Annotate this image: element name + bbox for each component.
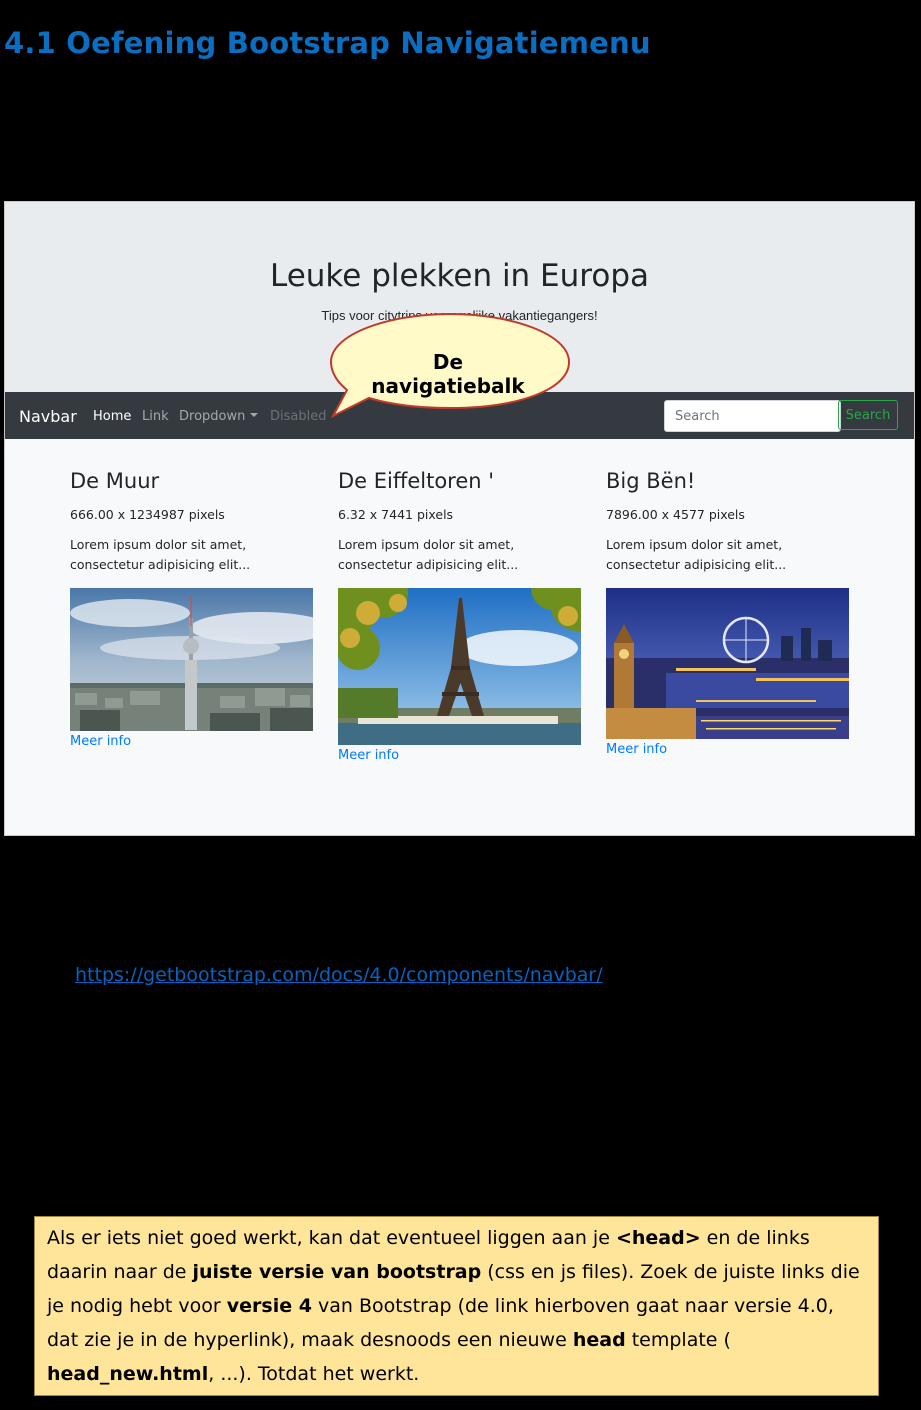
tip-bold-head-template: head	[572, 1329, 626, 1351]
tip-bold-head: <head>	[615, 1227, 701, 1249]
nav-link-home[interactable]: Home	[93, 409, 131, 424]
tip-bold-filename: head_new.html	[47, 1363, 209, 1385]
card-title: De Eiffeltoren '	[338, 469, 495, 493]
navbar-callout: De navigatiebalk	[327, 310, 573, 420]
navbar-brand[interactable]: Navbar	[19, 407, 77, 426]
page-heading: 4.1 Oefening Bootstrap Navigatiemenu	[4, 26, 651, 60]
tip-bold-version: juiste versie van bootstrap	[192, 1261, 482, 1283]
card-dimensions: 666.00 x 1234987 pixels	[70, 507, 225, 522]
card-dimensions: 7896.00 x 4577 pixels	[606, 507, 745, 522]
berlin-tv-tower-image	[70, 588, 313, 731]
search-button[interactable]: Search	[838, 400, 898, 430]
card-text: Lorem ipsum dolor sit amet, consectetur …	[338, 537, 519, 572]
website-screenshot: Leuke plekken in Europa Tips voor citytr…	[4, 201, 915, 836]
card-de-muur: De Muur 666.00 x 1234987 pixels Lorem ip…	[70, 469, 313, 749]
meer-info-link[interactable]: Meer info	[338, 748, 581, 763]
jumbotron-title: Leuke plekken in Europa	[269, 258, 649, 294]
tip-box: Als er iets niet goed werkt, kan dat eve…	[34, 1216, 879, 1396]
callout-text: De navigatiebalk	[371, 350, 525, 398]
card-big-ben: Big Bën! 7896.00 x 4577 pixels Lorem ips…	[606, 469, 849, 757]
nav-link-link[interactable]: Link	[142, 409, 169, 424]
nav-link-disabled: Disabled	[270, 409, 327, 424]
card-text: Lorem ipsum dolor sit amet, consectetur …	[606, 537, 787, 572]
london-big-ben-image	[606, 588, 849, 739]
caret-down-icon	[250, 413, 259, 417]
meer-info-link[interactable]: Meer info	[70, 734, 313, 749]
card-title: Big Bën!	[606, 469, 696, 493]
card-eiffeltoren: De Eiffeltoren ' 6.32 x 7441 pixels Lore…	[338, 469, 581, 763]
nav-dropdown[interactable]: Dropdown	[179, 409, 259, 424]
search-input[interactable]	[664, 400, 841, 432]
card-title: De Muur	[70, 469, 160, 493]
card-text: Lorem ipsum dolor sit amet, consectetur …	[70, 537, 251, 572]
eiffel-tower-image	[338, 588, 581, 745]
tip-text-6: , ...). Totdat het werkt.	[208, 1363, 420, 1385]
bootstrap-navbar-link[interactable]: https://getbootstrap.com/docs/4.0/compon…	[75, 964, 603, 986]
tip-text-1: Als er iets niet goed werkt, kan dat eve…	[47, 1227, 616, 1249]
card-dimensions: 6.32 x 7441 pixels	[338, 507, 454, 522]
tip-bold-versie4: versie 4	[226, 1295, 312, 1317]
tip-text-5: template (	[625, 1329, 731, 1351]
meer-info-link[interactable]: Meer info	[606, 742, 849, 757]
nav-dropdown-label: Dropdown	[179, 409, 246, 424]
